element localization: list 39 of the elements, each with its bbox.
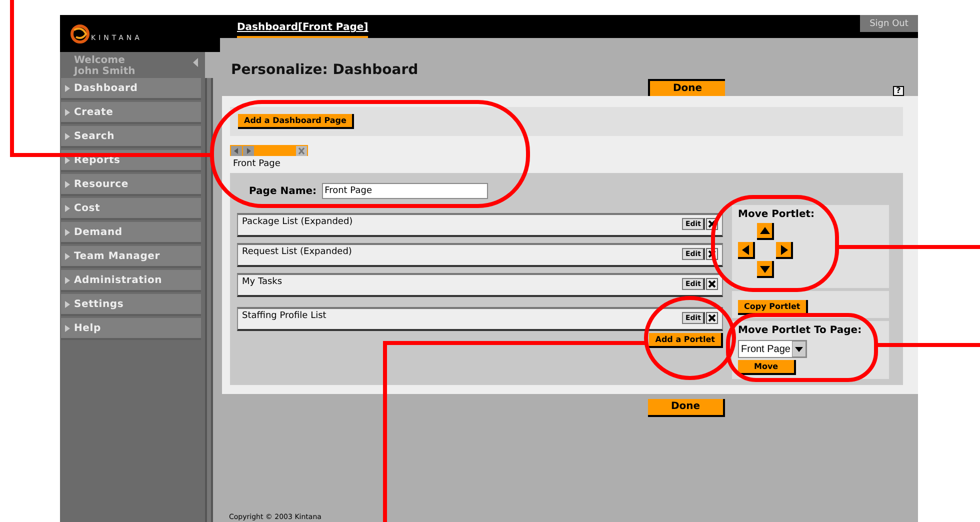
triangle-icon	[65, 108, 70, 116]
triangle-icon	[65, 156, 70, 164]
triangle-icon	[65, 252, 70, 260]
portlet-title: Package List (Expanded)	[242, 217, 353, 227]
triangle-icon	[65, 300, 70, 308]
done-button[interactable]: Done	[648, 79, 725, 96]
triangle-icon	[65, 84, 70, 92]
move-down-button[interactable]	[757, 261, 774, 278]
close-icon	[296, 146, 307, 156]
move-to-page-label: Move Portlet To Page:	[738, 325, 863, 336]
swirl-logo-icon	[70, 24, 90, 44]
page-name-label: Page Name:	[249, 186, 317, 196]
triangle-icon	[65, 180, 70, 188]
move-portlet-label: Move Portlet:	[738, 209, 816, 220]
close-icon[interactable]	[706, 278, 718, 290]
collapse-arrow-icon	[193, 58, 199, 67]
page-title: Personalize: Dashboard	[231, 62, 420, 78]
add-portlet-button[interactable]: Add a Portlet	[649, 333, 723, 348]
welcome-label: Welcome	[74, 55, 126, 66]
move-button[interactable]: Move	[738, 360, 796, 375]
portlet-title: Request List (Expanded)	[242, 247, 352, 257]
user-name: John Smith	[74, 66, 136, 77]
triangle-icon	[65, 132, 70, 140]
triangle-icon	[65, 204, 70, 212]
page-dropdown[interactable]: Front Page	[738, 340, 808, 358]
move-up-button[interactable]	[757, 223, 774, 240]
add-dashboard-page-button[interactable]: Add a Dashboard Page	[238, 114, 354, 129]
close-icon[interactable]	[706, 312, 718, 324]
help-button[interactable]: ?	[893, 86, 904, 96]
dropdown-arrow-icon	[792, 341, 806, 357]
portlet-title: Staffing Profile List	[242, 311, 326, 321]
move-right-button[interactable]	[776, 242, 793, 259]
done-button[interactable]: Done	[648, 398, 725, 416]
move-left-button[interactable]	[738, 242, 755, 259]
page-name-field[interactable]: Front Page	[322, 183, 488, 199]
triangle-icon	[65, 324, 70, 332]
portlet-title: My Tasks	[242, 277, 282, 287]
triangle-icon	[65, 276, 70, 284]
triangle-icon	[65, 228, 70, 236]
